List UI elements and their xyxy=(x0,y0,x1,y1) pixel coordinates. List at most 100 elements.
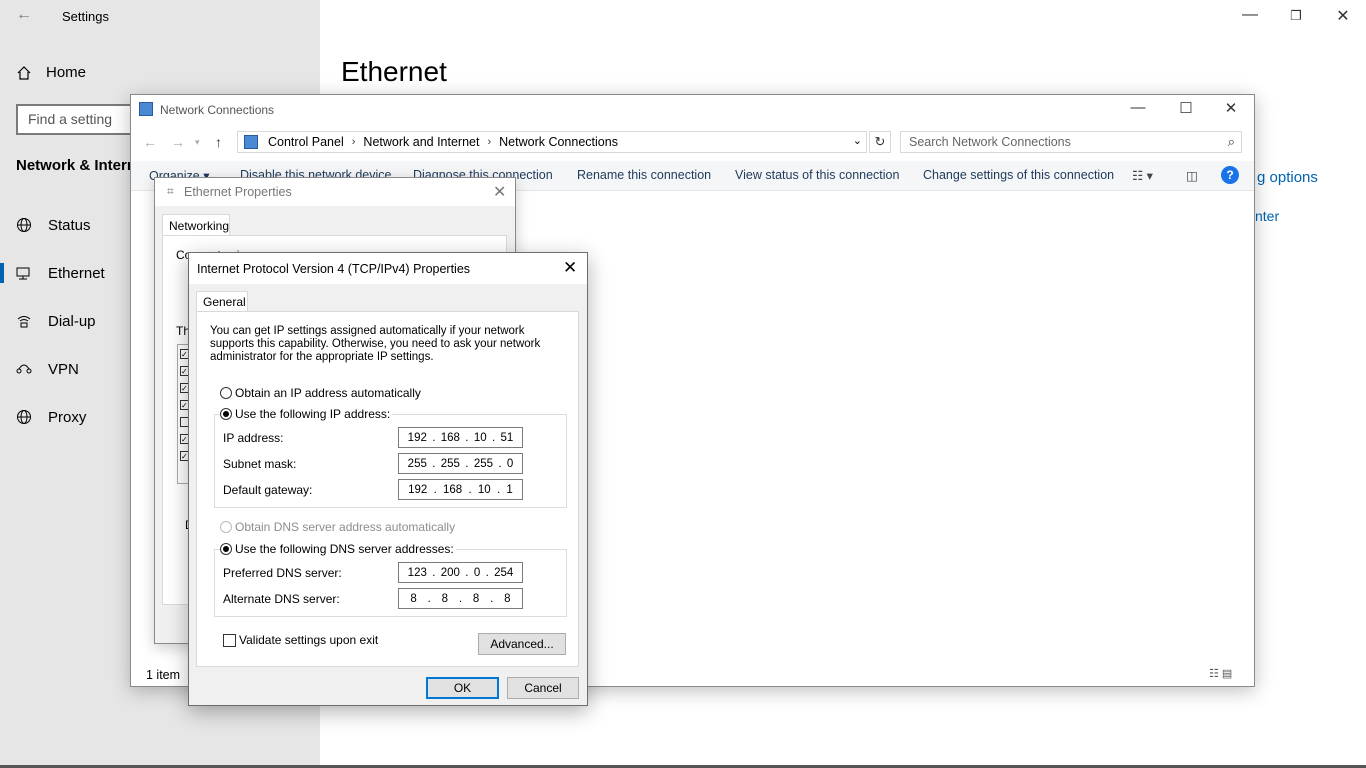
maximize-icon[interactable]: ☐ xyxy=(1171,99,1201,117)
chevron-right-icon[interactable]: › xyxy=(352,136,356,148)
sidebar-item-label: Home xyxy=(46,64,87,81)
globe-icon xyxy=(17,410,31,424)
titlebar: ⌗ Ethernet Properties ✕ xyxy=(155,178,515,206)
recent-dropdown-icon[interactable]: ▾ xyxy=(195,137,200,148)
breadcrumb[interactable]: Control Panel › Network and Internet › N… xyxy=(237,131,867,153)
titlebar: Internet Protocol Version 4 (TCP/IPv4) P… xyxy=(189,253,587,284)
network-center-link[interactable]: nter xyxy=(1255,208,1279,224)
octet: 8 xyxy=(410,592,417,605)
breadcrumb-item[interactable]: Control Panel xyxy=(268,135,344,149)
sidebar-item-label: Ethernet xyxy=(48,264,105,282)
octet: 255 xyxy=(473,457,494,470)
breadcrumb-item[interactable]: Network and Internet xyxy=(363,135,479,149)
forward-icon[interactable]: → xyxy=(171,134,185,150)
obtain-ip-auto-radio[interactable]: Obtain an IP address automatically xyxy=(220,386,423,400)
octet: 192 xyxy=(407,431,427,444)
default-gateway-field[interactable]: 192. 168. 10. 1 xyxy=(398,479,523,500)
radio-label: Use the following IP address: xyxy=(235,407,391,421)
home-icon xyxy=(17,65,31,80)
radio-button[interactable] xyxy=(220,408,232,420)
tab-general[interactable]: General xyxy=(196,291,248,312)
view-status-button[interactable]: View status of this connection xyxy=(735,168,899,182)
chevron-right-icon[interactable]: › xyxy=(487,136,491,148)
validate-checkbox[interactable] xyxy=(223,633,236,647)
settings-title: Settings xyxy=(62,9,109,24)
subnet-mask-label: Subnet mask: xyxy=(223,457,297,471)
octet: 0 xyxy=(506,457,514,470)
vpn-icon xyxy=(16,364,32,374)
obtain-dns-auto-radio[interactable]: Obtain DNS server address automatically xyxy=(220,520,458,534)
close-icon[interactable]: ✕ xyxy=(1216,99,1246,117)
change-settings-button[interactable]: Change settings of this connection xyxy=(923,168,1114,182)
ok-button[interactable]: OK xyxy=(426,677,499,699)
page-title: Ethernet xyxy=(341,56,447,87)
dialog-title: Ethernet Properties xyxy=(184,185,292,199)
cancel-button[interactable]: Cancel xyxy=(507,677,579,699)
radio-label: Obtain an IP address automatically xyxy=(235,386,421,400)
octet: 255 xyxy=(440,457,460,470)
up-icon[interactable]: ↑ xyxy=(215,134,222,150)
globe-icon xyxy=(17,218,31,232)
advanced-button[interactable]: Advanced... xyxy=(478,633,566,655)
search-input[interactable]: Search Network Connections ⌕ xyxy=(900,131,1242,153)
chevron-down-icon[interactable]: ⌄ xyxy=(853,134,862,147)
preferred-dns-label: Preferred DNS server: xyxy=(223,566,342,580)
radio-button[interactable] xyxy=(220,387,232,399)
validate-checkbox-row[interactable]: Validate settings upon exit xyxy=(223,633,378,647)
ethernet-adapter-icon: ⌗ xyxy=(167,184,174,198)
octet: 1 xyxy=(506,483,513,496)
use-following-ip-radio[interactable]: Use the following IP address: xyxy=(220,407,393,421)
alternate-dns-label: Alternate DNS server: xyxy=(223,592,340,606)
related-settings-link[interactable]: g options xyxy=(1257,169,1318,186)
refresh-icon[interactable]: ↻ xyxy=(869,131,891,153)
subnet-mask-field[interactable]: 255. 255. 255. 0 xyxy=(398,453,523,474)
octet: 10 xyxy=(477,483,491,496)
radio-label: Obtain DNS server address automatically xyxy=(235,520,456,534)
tab-panel: You can get IP settings assigned automat… xyxy=(196,311,579,667)
breadcrumb-item[interactable]: Network Connections xyxy=(499,135,618,149)
octet: 254 xyxy=(494,566,514,579)
radio-button[interactable] xyxy=(220,521,232,533)
validate-label: Validate settings upon exit xyxy=(239,633,379,647)
close-icon[interactable]: ✕ xyxy=(493,182,506,202)
sidebar-item-label: Status xyxy=(48,216,91,234)
minimize-icon[interactable]: — xyxy=(1123,99,1153,116)
ip-address-field[interactable]: 192. 168. 10. 51 xyxy=(398,427,523,448)
octet: 255 xyxy=(407,457,427,470)
sidebar-item-label: Proxy xyxy=(48,408,87,426)
close-icon[interactable]: ✕ xyxy=(563,258,577,278)
restore-icon[interactable]: ❐ xyxy=(1284,8,1308,24)
minimize-icon[interactable]: — xyxy=(1238,6,1262,24)
rename-button[interactable]: Rename this connection xyxy=(577,168,711,182)
radio-button[interactable] xyxy=(220,543,232,555)
use-following-dns-radio[interactable]: Use the following DNS server addresses: xyxy=(220,542,456,556)
close-icon[interactable]: ✕ xyxy=(1331,6,1355,26)
octet: 8 xyxy=(441,592,449,605)
octet: 168 xyxy=(443,483,463,496)
tab-networking[interactable]: Networking xyxy=(162,214,230,236)
item-count: 1 item xyxy=(146,668,181,682)
address-bar: ← → ▾ ↑ Control Panel › Network and Inte… xyxy=(131,127,1254,157)
alternate-dns-field[interactable]: 8. 8. 8. 8 xyxy=(398,588,523,609)
sidebar-item-label: Dial-up xyxy=(48,312,96,330)
search-placeholder: Search Network Connections xyxy=(909,135,1071,149)
search-icon: ⌕ xyxy=(1227,134,1235,149)
preferred-dns-field[interactable]: 123. 200. 0. 254 xyxy=(398,562,523,583)
octet: 51 xyxy=(500,431,514,444)
default-gateway-label: Default gateway: xyxy=(223,483,313,497)
octet: 0 xyxy=(473,566,481,579)
help-icon[interactable]: ? xyxy=(1221,166,1239,184)
octet: 168 xyxy=(440,431,460,444)
sidebar-item-home[interactable]: Home xyxy=(16,64,86,81)
window-title: Network Connections xyxy=(160,103,275,117)
octet: 123 xyxy=(407,566,427,579)
back-icon[interactable]: ← xyxy=(143,134,157,150)
octet: 8 xyxy=(472,592,480,605)
control-panel-icon xyxy=(244,135,258,149)
ethernet-icon xyxy=(16,267,30,280)
details-view-icon[interactable]: ☷ ▤ xyxy=(1209,667,1232,680)
back-arrow-icon[interactable]: ← xyxy=(16,6,32,24)
dialog-title: Internet Protocol Version 4 (TCP/IPv4) P… xyxy=(197,262,471,276)
view-options-icon[interactable]: ☷ ▾ xyxy=(1132,168,1153,183)
preview-pane-icon[interactable]: ◫ xyxy=(1186,168,1198,183)
